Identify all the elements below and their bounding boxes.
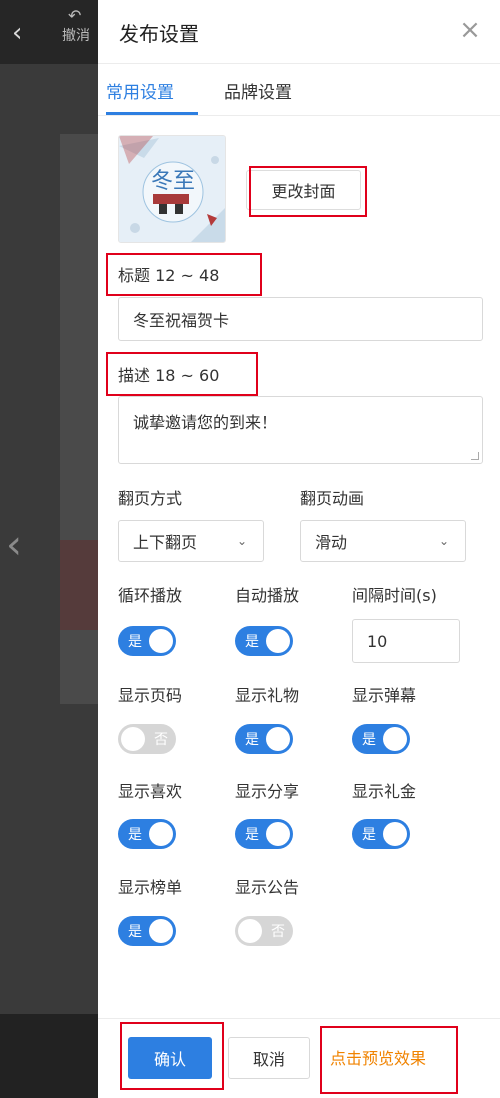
interval-input[interactable]: 10	[352, 619, 460, 663]
highlight-box-desc	[106, 352, 258, 396]
toggle-text: 是	[245, 634, 259, 650]
cancel-button[interactable]: 取消	[228, 1037, 310, 1079]
ranking-label: 显示榜单	[118, 878, 183, 897]
toggle-text: 是	[362, 732, 376, 748]
toggle-text: 是	[128, 827, 142, 843]
page-num-toggle[interactable]: 否	[118, 724, 176, 754]
gift-toggle[interactable]: 是	[235, 724, 293, 754]
highlight-box-cover	[249, 166, 367, 217]
description-value: 诚挚邀请您的到来！	[133, 413, 278, 432]
cover-title-text: 冬至	[151, 169, 195, 194]
chevron-down-icon: ⌄	[438, 534, 450, 548]
interval-value: 10	[367, 631, 388, 651]
title-input[interactable]: 冬至祝福贺卡	[118, 297, 483, 341]
danmu-label: 显示弹幕	[352, 686, 417, 705]
page-anim-label: 翻页动画	[300, 489, 365, 508]
highlight-box-confirm	[120, 1022, 224, 1090]
tab-common-settings[interactable]: 常用设置	[106, 78, 174, 103]
like-toggle[interactable]: 是	[118, 819, 176, 849]
page-num-label: 显示页码	[118, 686, 183, 705]
toggle-knob	[266, 822, 290, 846]
chevron-down-icon: ⌄	[236, 534, 248, 548]
toggle-knob	[238, 919, 262, 943]
close-icon[interactable]: ×	[458, 16, 482, 44]
page-anim-value: 滑动	[315, 533, 348, 552]
back-arrow-icon[interactable]: ‹	[12, 18, 36, 48]
toggle-text: 是	[128, 924, 142, 940]
danmu-toggle[interactable]: 是	[352, 724, 410, 754]
undo-label: 撤消	[62, 28, 90, 44]
interval-label: 间隔时间(s)	[352, 586, 437, 605]
toggle-text: 是	[128, 634, 142, 650]
drawer-header: 发布设置 ×	[98, 0, 500, 64]
cover-image[interactable]: 冬至	[118, 135, 226, 243]
toggle-knob	[383, 822, 407, 846]
editor-bottom-bar	[0, 1014, 98, 1098]
autoplay-label: 自动播放	[235, 586, 300, 605]
autoplay-toggle[interactable]: 是	[235, 626, 293, 656]
toggle-text: 是	[362, 827, 376, 843]
page-mode-label: 翻页方式	[118, 489, 183, 508]
editor-canvas-element	[60, 540, 98, 630]
resize-handle-icon[interactable]	[471, 452, 479, 460]
tab-brand-settings[interactable]: 品牌设置	[224, 78, 292, 103]
toggle-knob	[266, 727, 290, 751]
ranking-toggle[interactable]: 是	[118, 916, 176, 946]
toggle-text: 是	[245, 827, 259, 843]
publish-settings-drawer: 发布设置 × 常用设置 品牌设置 冬至 更改封面 标题 12 ~ 48 冬至祝福…	[98, 0, 500, 1098]
toggle-text: 否	[154, 732, 168, 748]
title-input-value: 冬至祝福贺卡	[133, 311, 230, 330]
notice-label: 显示公告	[235, 878, 300, 897]
toggle-text: 否	[271, 924, 285, 940]
loop-toggle[interactable]: 是	[118, 626, 176, 656]
page-mode-select[interactable]: 上下翻页 ⌄	[118, 520, 264, 562]
toggle-knob	[121, 727, 145, 751]
toggle-knob	[149, 919, 173, 943]
toggle-knob	[266, 629, 290, 653]
toggle-text: 是	[245, 732, 259, 748]
active-tab-indicator	[106, 112, 198, 115]
gift-label: 显示礼物	[235, 686, 300, 705]
notice-toggle[interactable]: 否	[235, 916, 293, 946]
toggle-knob	[383, 727, 407, 751]
cash-gift-label: 显示礼金	[352, 782, 417, 801]
share-label: 显示分享	[235, 782, 300, 801]
toggle-knob	[149, 629, 173, 653]
toggle-knob	[149, 822, 173, 846]
drawer-title: 发布设置	[119, 22, 199, 46]
loop-label: 循环播放	[118, 586, 183, 605]
editor-backdrop: ‹ ↶ 撤消 ‹	[0, 0, 98, 1098]
description-textarea[interactable]: 诚挚邀请您的到来！	[118, 396, 483, 464]
settings-tabs: 常用设置 品牌设置	[98, 64, 500, 116]
prev-page-chevron-icon[interactable]: ‹	[6, 522, 22, 568]
page-anim-select[interactable]: 滑动 ⌄	[300, 520, 466, 562]
highlight-box-preview	[320, 1026, 458, 1094]
like-label: 显示喜欢	[118, 782, 183, 801]
undo-icon: ↶	[68, 6, 82, 25]
share-toggle[interactable]: 是	[235, 819, 293, 849]
cash-gift-toggle[interactable]: 是	[352, 819, 410, 849]
highlight-box-title	[106, 253, 262, 296]
undo-button[interactable]: ↶ 撤消	[62, 6, 98, 45]
page-mode-value: 上下翻页	[133, 533, 198, 552]
